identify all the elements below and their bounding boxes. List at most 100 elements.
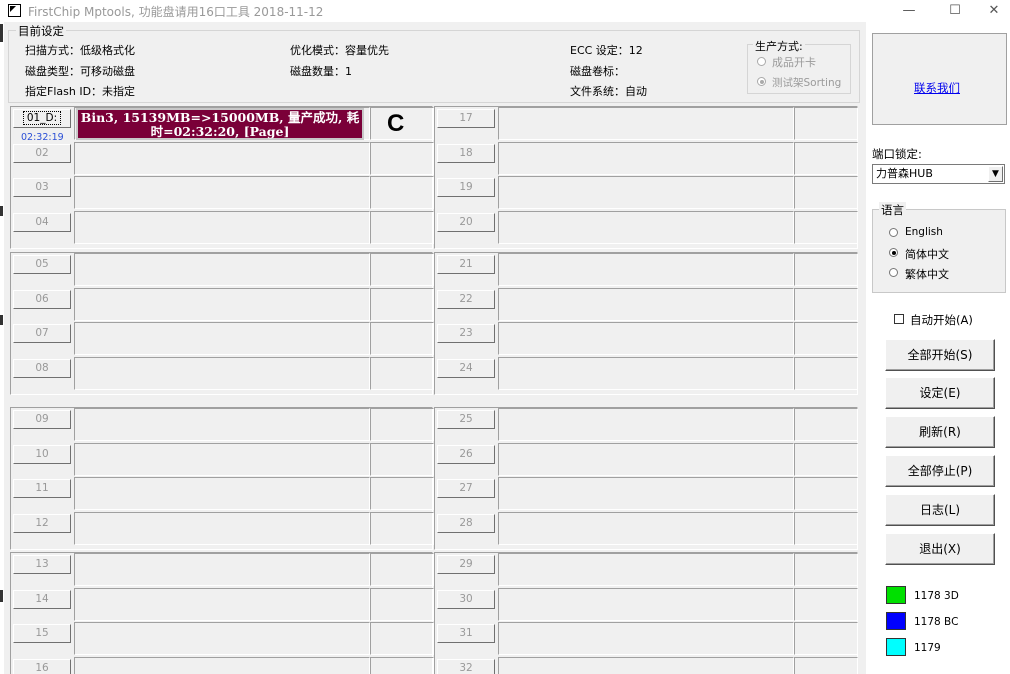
disk-type-text: 磁盘类型：可移动磁盘 — [25, 65, 135, 78]
port-03-button[interactable]: 03 — [13, 178, 71, 197]
port-32-drive-area — [794, 657, 858, 674]
port-lock-value: 力普森HUB — [876, 167, 933, 180]
production-card-radio[interactable] — [757, 57, 766, 66]
port-09-button[interactable]: 09 — [13, 410, 71, 429]
port-08-button[interactable]: 08 — [13, 359, 71, 378]
port-05-button[interactable]: 05 — [13, 255, 71, 274]
port-29-button[interactable]: 29 — [437, 555, 495, 574]
port-06-button[interactable]: 06 — [13, 290, 71, 309]
contact-us-link[interactable]: 联系我们 — [914, 80, 960, 96]
opt-mode-text: 优化模式：容量优先 — [290, 44, 389, 57]
port-23-drive-area — [794, 322, 858, 355]
port-30-drive-area — [794, 588, 858, 621]
port-04-button[interactable]: 04 — [13, 213, 71, 232]
port-07-button[interactable]: 07 — [13, 324, 71, 343]
ecc-text: ECC 设定：12 — [570, 44, 643, 57]
production-sorting-label: 测试架Sorting — [772, 77, 842, 89]
contact-box — [872, 33, 1007, 125]
legend-swatch-1178-bc — [886, 612, 906, 630]
port-27-button[interactable]: 27 — [437, 479, 495, 498]
port-15-button[interactable]: 15 — [13, 624, 71, 643]
production-sorting-radio[interactable] — [757, 77, 766, 86]
sidebar: 联系我们 端口锁定: 力普森HUB ▼ 语言 English 简体中文 繁体中文… — [866, 22, 1010, 674]
refresh-button[interactable]: 刷新(R) — [885, 416, 995, 448]
lang-english-radio[interactable] — [889, 228, 898, 237]
window-title: FirstChip Mptools, 功能盘请用16口工具 2018-11-12 — [28, 5, 324, 19]
port-18-status-area — [498, 142, 794, 175]
port-32-button[interactable]: 32 — [437, 659, 495, 674]
port-19-button[interactable]: 19 — [437, 178, 495, 197]
port-09-drive-area — [370, 408, 434, 441]
flash-id-text: 指定Flash ID：未指定 — [25, 85, 136, 98]
port-25-button[interactable]: 25 — [437, 410, 495, 429]
port-12-button[interactable]: 12 — [13, 514, 71, 533]
port-20-drive-area — [794, 211, 858, 244]
minimize-button[interactable]: — — [886, 0, 932, 22]
close-button[interactable]: ✕ — [978, 0, 1010, 22]
port-23-button[interactable]: 23 — [437, 324, 495, 343]
auto-start-checkbox[interactable] — [894, 314, 904, 324]
port-26-status-area — [498, 443, 794, 476]
port-31-status-area — [498, 622, 794, 655]
port-01-label: 01_D: — [22, 111, 62, 125]
port-30-status-area — [498, 588, 794, 621]
port-24-drive-area — [794, 357, 858, 390]
port-29-status-area — [498, 553, 794, 586]
port-10-drive-area — [370, 443, 434, 476]
port-13-button[interactable]: 13 — [13, 555, 71, 574]
chevron-down-icon[interactable]: ▼ — [988, 166, 1003, 182]
port-14-drive-area — [370, 588, 434, 621]
lang-simplified-radio[interactable] — [889, 248, 898, 257]
port-27-status-area — [498, 477, 794, 510]
port-11-button[interactable]: 11 — [13, 479, 71, 498]
port-02-button[interactable]: 02 — [13, 144, 71, 163]
lang-traditional-radio[interactable] — [889, 268, 898, 277]
app-icon — [8, 4, 21, 17]
port-05-status-area — [74, 253, 370, 286]
port-13-drive-area — [370, 553, 434, 586]
port-01-time: 02:32:19 — [21, 132, 64, 143]
port-01-button[interactable]: 01_D: — [13, 109, 71, 128]
current-settings-label: 目前设定 — [16, 23, 66, 39]
port-14-status-area — [74, 588, 370, 621]
port-28-button[interactable]: 28 — [437, 514, 495, 533]
start-all-button[interactable]: 全部开始(S) — [885, 339, 995, 371]
port-10-button[interactable]: 10 — [13, 445, 71, 464]
port-10-status-area — [74, 443, 370, 476]
port-20-button[interactable]: 20 — [437, 213, 495, 232]
port-22-status-area — [498, 288, 794, 321]
port-14-button[interactable]: 14 — [13, 590, 71, 609]
port-17-button[interactable]: 17 — [437, 109, 495, 128]
port-16-button[interactable]: 16 — [13, 659, 71, 674]
port-22-button[interactable]: 22 — [437, 290, 495, 309]
maximize-button[interactable]: ☐ — [932, 0, 978, 22]
port-05-drive-area — [370, 253, 434, 286]
port-02-status-area — [74, 142, 370, 175]
log-button[interactable]: 日志(L) — [885, 494, 995, 526]
port-24-button[interactable]: 24 — [437, 359, 495, 378]
port-30-button[interactable]: 30 — [437, 590, 495, 609]
port-03-drive-area — [370, 176, 434, 209]
port-31-button[interactable]: 31 — [437, 624, 495, 643]
edge-artifact — [0, 590, 3, 602]
stop-all-button[interactable]: 全部停止(P) — [885, 455, 995, 487]
volume-label-text: 磁盘卷标： — [570, 65, 625, 78]
exit-button[interactable]: 退出(X) — [885, 533, 995, 565]
production-card-label: 成品开卡 — [772, 56, 816, 69]
port-26-button[interactable]: 26 — [437, 445, 495, 464]
legend-label-1178-bc: 1178 BC — [914, 616, 959, 628]
port-06-status-area — [74, 288, 370, 321]
port-04-status-area — [74, 211, 370, 244]
settings-button[interactable]: 设定(E) — [885, 377, 995, 409]
port-27-drive-area — [794, 477, 858, 510]
lang-simplified-label: 简体中文 — [905, 248, 949, 261]
legend-label-1178-3d: 1178 3D — [914, 590, 959, 602]
port-21-button[interactable]: 21 — [437, 255, 495, 274]
edge-artifact — [0, 24, 3, 42]
port-01-drive-letter: C — [387, 110, 405, 137]
port-28-drive-area — [794, 512, 858, 545]
port-lock-select[interactable]: 力普森HUB ▼ — [872, 164, 1005, 184]
port-18-button[interactable]: 18 — [437, 144, 495, 163]
title-bar: FirstChip Mptools, 功能盘请用16口工具 2018-11-12… — [0, 0, 1010, 22]
production-mode-label: 生产方式: — [753, 38, 805, 54]
